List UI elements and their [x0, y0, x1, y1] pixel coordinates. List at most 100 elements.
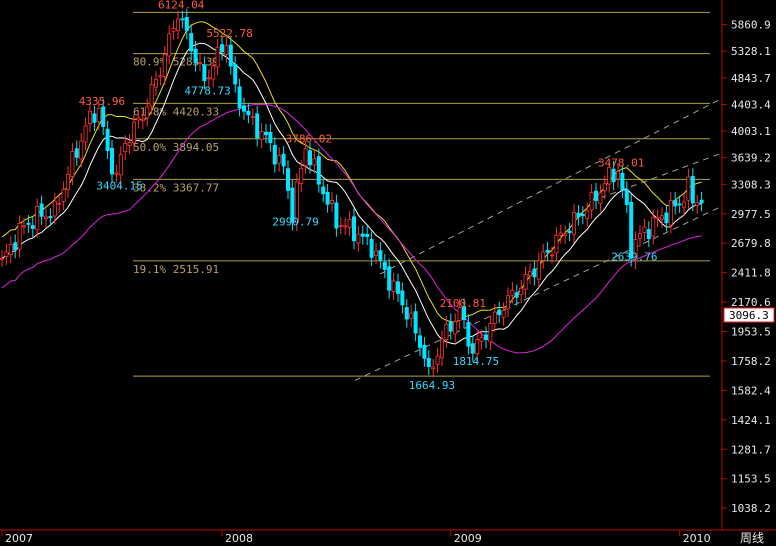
candle-body [690, 176, 695, 204]
price-tick-label: 2411.8 [731, 267, 771, 280]
price-annotation: 3786.02 [286, 133, 332, 146]
candle-body [189, 33, 194, 52]
candle-body [563, 233, 568, 236]
candle-body [497, 309, 502, 316]
candle-body [598, 192, 603, 204]
candle-body [514, 292, 519, 298]
candle-body [8, 243, 13, 256]
candlestick-chart: 80.9% 5283.3961.8% 4420.3350.0% 3894.053… [0, 0, 776, 545]
candle-body [532, 268, 537, 278]
candle-body [4, 251, 9, 257]
candle-body [439, 338, 444, 359]
candle-body [475, 339, 480, 355]
candle-body [660, 215, 665, 220]
candle-body [642, 226, 647, 234]
price-tick-label: 2977.5 [731, 208, 771, 221]
candle-body [501, 310, 506, 318]
candle-body [448, 321, 453, 332]
candle-body [219, 44, 224, 53]
candle-body [307, 150, 312, 166]
candle-body [52, 200, 57, 217]
price-tick-label: 2679.8 [731, 237, 771, 250]
candle-body [651, 217, 656, 237]
price-tick-label: 3308.3 [731, 178, 771, 191]
candle-body [572, 212, 577, 235]
candle-body [338, 225, 343, 227]
candle-body [360, 233, 365, 237]
candle-body [149, 84, 154, 107]
price-ticks: 5860.9 5328.1 4843.7 4403.4 4003.1 3639.2 3308… [722, 19, 771, 515]
candle-body [263, 131, 268, 136]
candle-body [162, 54, 167, 77]
candle-body [246, 110, 251, 116]
candle-body [13, 242, 18, 251]
price-tick-label: 2170.6 [731, 296, 771, 309]
candle-body [153, 79, 158, 88]
candle-body [541, 251, 546, 261]
candle-body [250, 116, 255, 119]
candle-body [395, 281, 400, 294]
candle-body [510, 289, 515, 296]
candle-body [536, 260, 541, 280]
candle-body [35, 206, 40, 231]
price-tick-label: 3639.2 [731, 152, 771, 165]
candle-body [321, 186, 326, 195]
candle-body [140, 118, 145, 122]
candle-body [607, 166, 612, 185]
candle-body [228, 44, 233, 67]
time-ticks: 2007 2008 2009 2010 [1, 530, 711, 545]
candle-body [131, 121, 136, 144]
price-annotation: 3404.15 [96, 179, 142, 192]
price-annotation: 2990.79 [272, 216, 318, 229]
price-tick-label: 4843.7 [731, 72, 771, 85]
candle-body [576, 212, 581, 218]
candle-body [44, 216, 49, 220]
candle-body [0, 258, 4, 260]
candle-body [79, 140, 84, 160]
price-annotation: 4778.73 [184, 85, 230, 98]
time-tick-label: 2007 [5, 532, 33, 545]
price-tick-label: 1038.2 [731, 502, 771, 515]
time-tick-label: 2008 [225, 532, 253, 545]
candle-body [545, 249, 550, 253]
candle-body [351, 216, 356, 242]
candle-body [241, 105, 246, 112]
candle-body [66, 173, 71, 190]
time-tick-label: 2009 [454, 532, 482, 545]
price-tick-label: 1153.5 [731, 473, 771, 486]
candle-body [61, 189, 66, 202]
candle-body [57, 202, 62, 205]
candle-body [686, 176, 691, 201]
candle-body [646, 229, 651, 239]
candle-body [387, 266, 392, 291]
candle-body [123, 143, 128, 153]
candle-body [677, 203, 682, 206]
candle-body [580, 213, 585, 217]
candle-body [83, 125, 88, 143]
candle-body [523, 274, 528, 290]
candle-body [655, 217, 660, 220]
candle-body [303, 148, 308, 167]
candle-body [325, 191, 330, 205]
candle-body [237, 86, 242, 109]
price-annotation: 2100.81 [440, 297, 486, 310]
candle-body [233, 64, 238, 85]
candle-body [92, 113, 97, 123]
candle-body [48, 216, 53, 219]
candle-body [136, 117, 141, 121]
period-label[interactable]: 周线 [740, 531, 764, 545]
candle-body [39, 203, 44, 217]
candle-body [30, 225, 35, 229]
candle-body [426, 358, 431, 368]
candle-body [158, 75, 163, 78]
candle-body [272, 144, 277, 165]
candle-body [673, 199, 678, 207]
channel-lower [354, 205, 723, 381]
price-tick-label: 1281.7 [731, 443, 771, 456]
candle-body [554, 234, 559, 254]
candle-body [453, 321, 458, 335]
candle-body [444, 323, 449, 340]
current-price-label: 3096.3 [729, 309, 769, 322]
candle-body [417, 335, 422, 348]
price-tick-label: 1582.4 [731, 384, 771, 397]
